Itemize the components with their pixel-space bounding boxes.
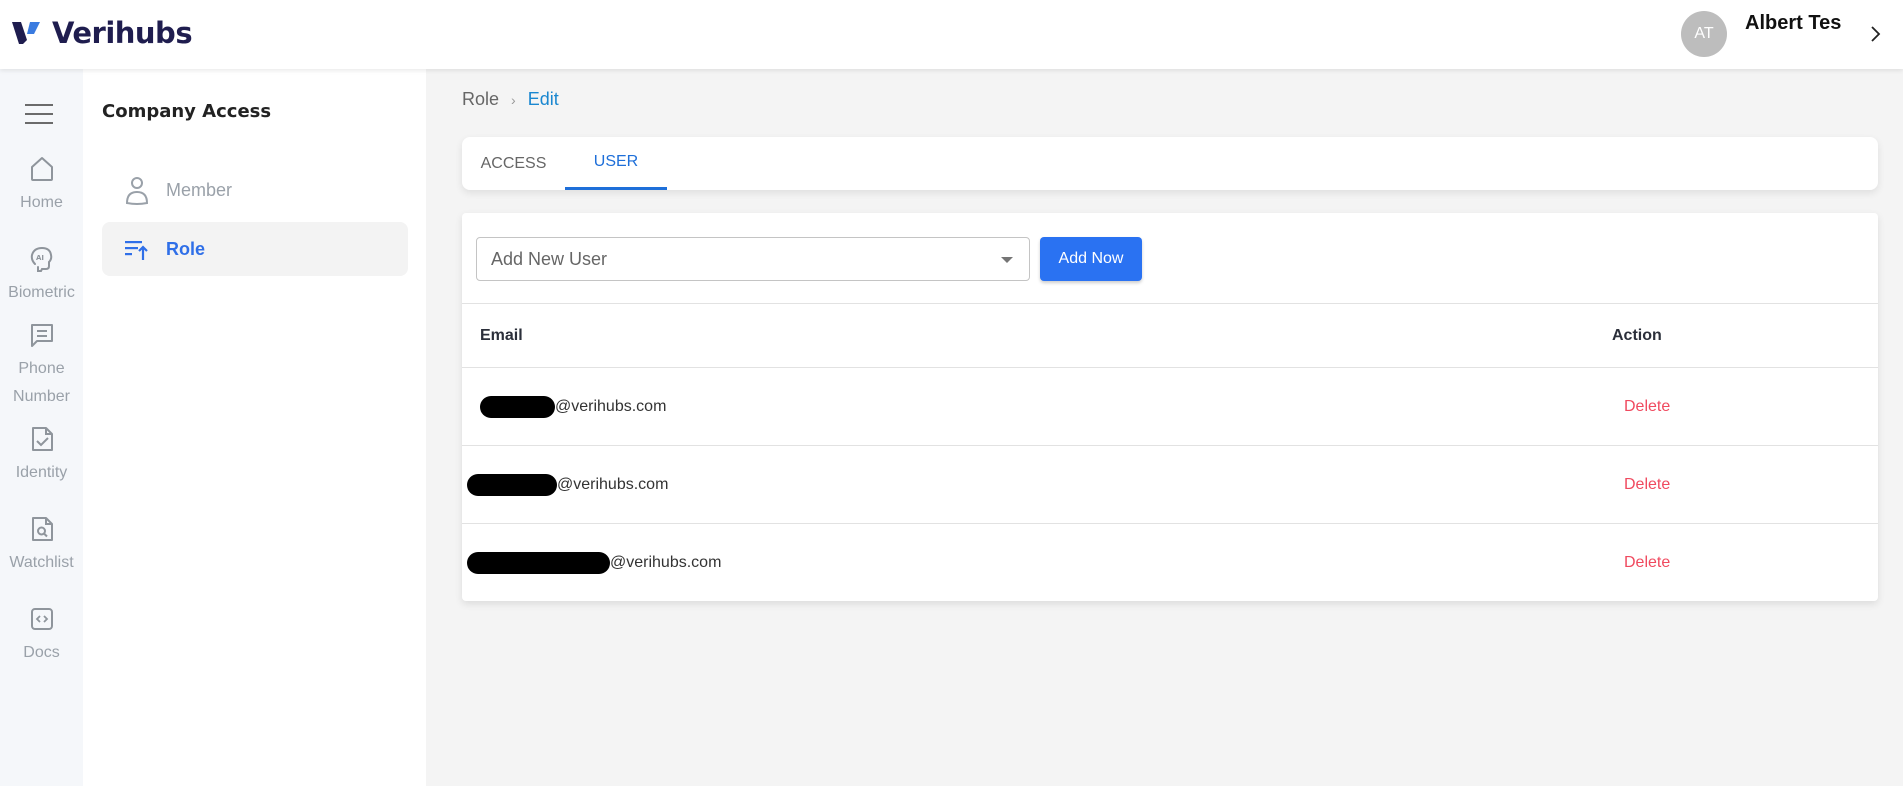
- rail-label: Biometric: [8, 284, 75, 301]
- table-row: @verihubs.com Delete: [462, 445, 1878, 523]
- rail-label: Home: [20, 194, 63, 211]
- email-domain: @verihubs.com: [557, 475, 669, 493]
- panel-title: Company Access: [102, 101, 272, 122]
- email-cell: @verihubs.com: [467, 446, 668, 523]
- document-search-icon: [31, 517, 53, 541]
- sort-up-icon: [125, 241, 148, 260]
- rail-label: Phone Number: [13, 360, 70, 405]
- tab-access[interactable]: ACCESS: [462, 137, 565, 190]
- delete-button[interactable]: Delete: [1624, 476, 1670, 494]
- redaction-mark: [480, 395, 555, 418]
- table-row: @verihubs.com Delete: [462, 367, 1878, 445]
- home-icon: [30, 157, 53, 181]
- rail-item-biometric[interactable]: AI Biometric: [0, 245, 83, 307]
- svg-text:AI: AI: [36, 254, 44, 262]
- add-user-select[interactable]: Add New User: [476, 237, 1030, 281]
- email-cell: @verihubs.com: [480, 368, 666, 445]
- column-header-email: Email: [480, 326, 523, 344]
- subnav-label: Role: [166, 238, 206, 259]
- rail-label: Watchlist: [9, 554, 74, 571]
- rail-item-docs[interactable]: Docs: [0, 605, 83, 667]
- subnav-label: Member: [166, 179, 233, 200]
- table-header-row: Email Action: [462, 303, 1878, 367]
- user-name[interactable]: Albert Tes: [1745, 12, 1841, 35]
- caret-down-icon: [1001, 257, 1013, 263]
- message-icon: [30, 324, 53, 347]
- action-cell: Delete: [1612, 368, 1670, 445]
- column-header-action: Action: [1612, 326, 1662, 344]
- person-icon: [125, 177, 149, 205]
- redaction-mark: [467, 473, 557, 496]
- code-icon: [30, 608, 53, 630]
- breadcrumb-role[interactable]: Role: [462, 89, 499, 110]
- tabs-bar: ACCESS USER: [462, 137, 1878, 190]
- document-check-icon: [31, 427, 53, 451]
- rail-item-watchlist[interactable]: Watchlist: [0, 515, 83, 577]
- company-access-panel: Company Access Member Role: [83, 69, 426, 786]
- subnav-item-member[interactable]: Member: [102, 163, 408, 217]
- rail-item-phone-number[interactable]: Phone Number: [0, 321, 83, 411]
- hamburger-menu-icon[interactable]: [25, 103, 53, 125]
- chevron-right-icon[interactable]: [1868, 20, 1884, 48]
- breadcrumb: Role › Edit: [462, 89, 559, 110]
- redaction-mark: [467, 551, 610, 574]
- subnav-item-role[interactable]: Role: [102, 222, 408, 276]
- action-cell: Delete: [1612, 446, 1670, 523]
- rail-item-identity[interactable]: Identity: [0, 425, 83, 487]
- top-header: Verihubs AT Albert Tes: [0, 0, 1903, 69]
- action-cell: Delete: [1612, 524, 1670, 601]
- ai-head-icon: AI: [30, 246, 52, 272]
- email-cell: @verihubs.com: [467, 524, 721, 601]
- brand-name: Verihubs: [52, 16, 193, 50]
- delete-button[interactable]: Delete: [1624, 554, 1670, 572]
- add-now-button[interactable]: Add Now: [1040, 237, 1142, 281]
- breadcrumb-separator-icon: ›: [511, 91, 516, 108]
- verihubs-logo-icon: [12, 22, 40, 44]
- table-row: @verihubs.com Delete: [462, 523, 1878, 601]
- user-avatar[interactable]: AT: [1681, 11, 1727, 57]
- rail-label: Identity: [15, 464, 68, 481]
- rail-item-home[interactable]: Home: [0, 155, 83, 217]
- rail-label: Docs: [23, 644, 60, 661]
- select-placeholder: Add New User: [491, 248, 608, 269]
- delete-button[interactable]: Delete: [1624, 398, 1670, 416]
- email-domain: @verihubs.com: [555, 397, 667, 415]
- user-panel: Add New User Add Now Email Action @verih…: [462, 213, 1878, 601]
- breadcrumb-edit[interactable]: Edit: [528, 89, 559, 110]
- email-domain: @verihubs.com: [610, 553, 722, 571]
- tab-user[interactable]: USER: [565, 137, 667, 190]
- brand-logo[interactable]: Verihubs: [12, 16, 193, 50]
- icon-rail: Home AI Biometric Phone Number Identity: [0, 69, 83, 786]
- users-table: Email Action @verihubs.com Delete @verih…: [462, 303, 1878, 601]
